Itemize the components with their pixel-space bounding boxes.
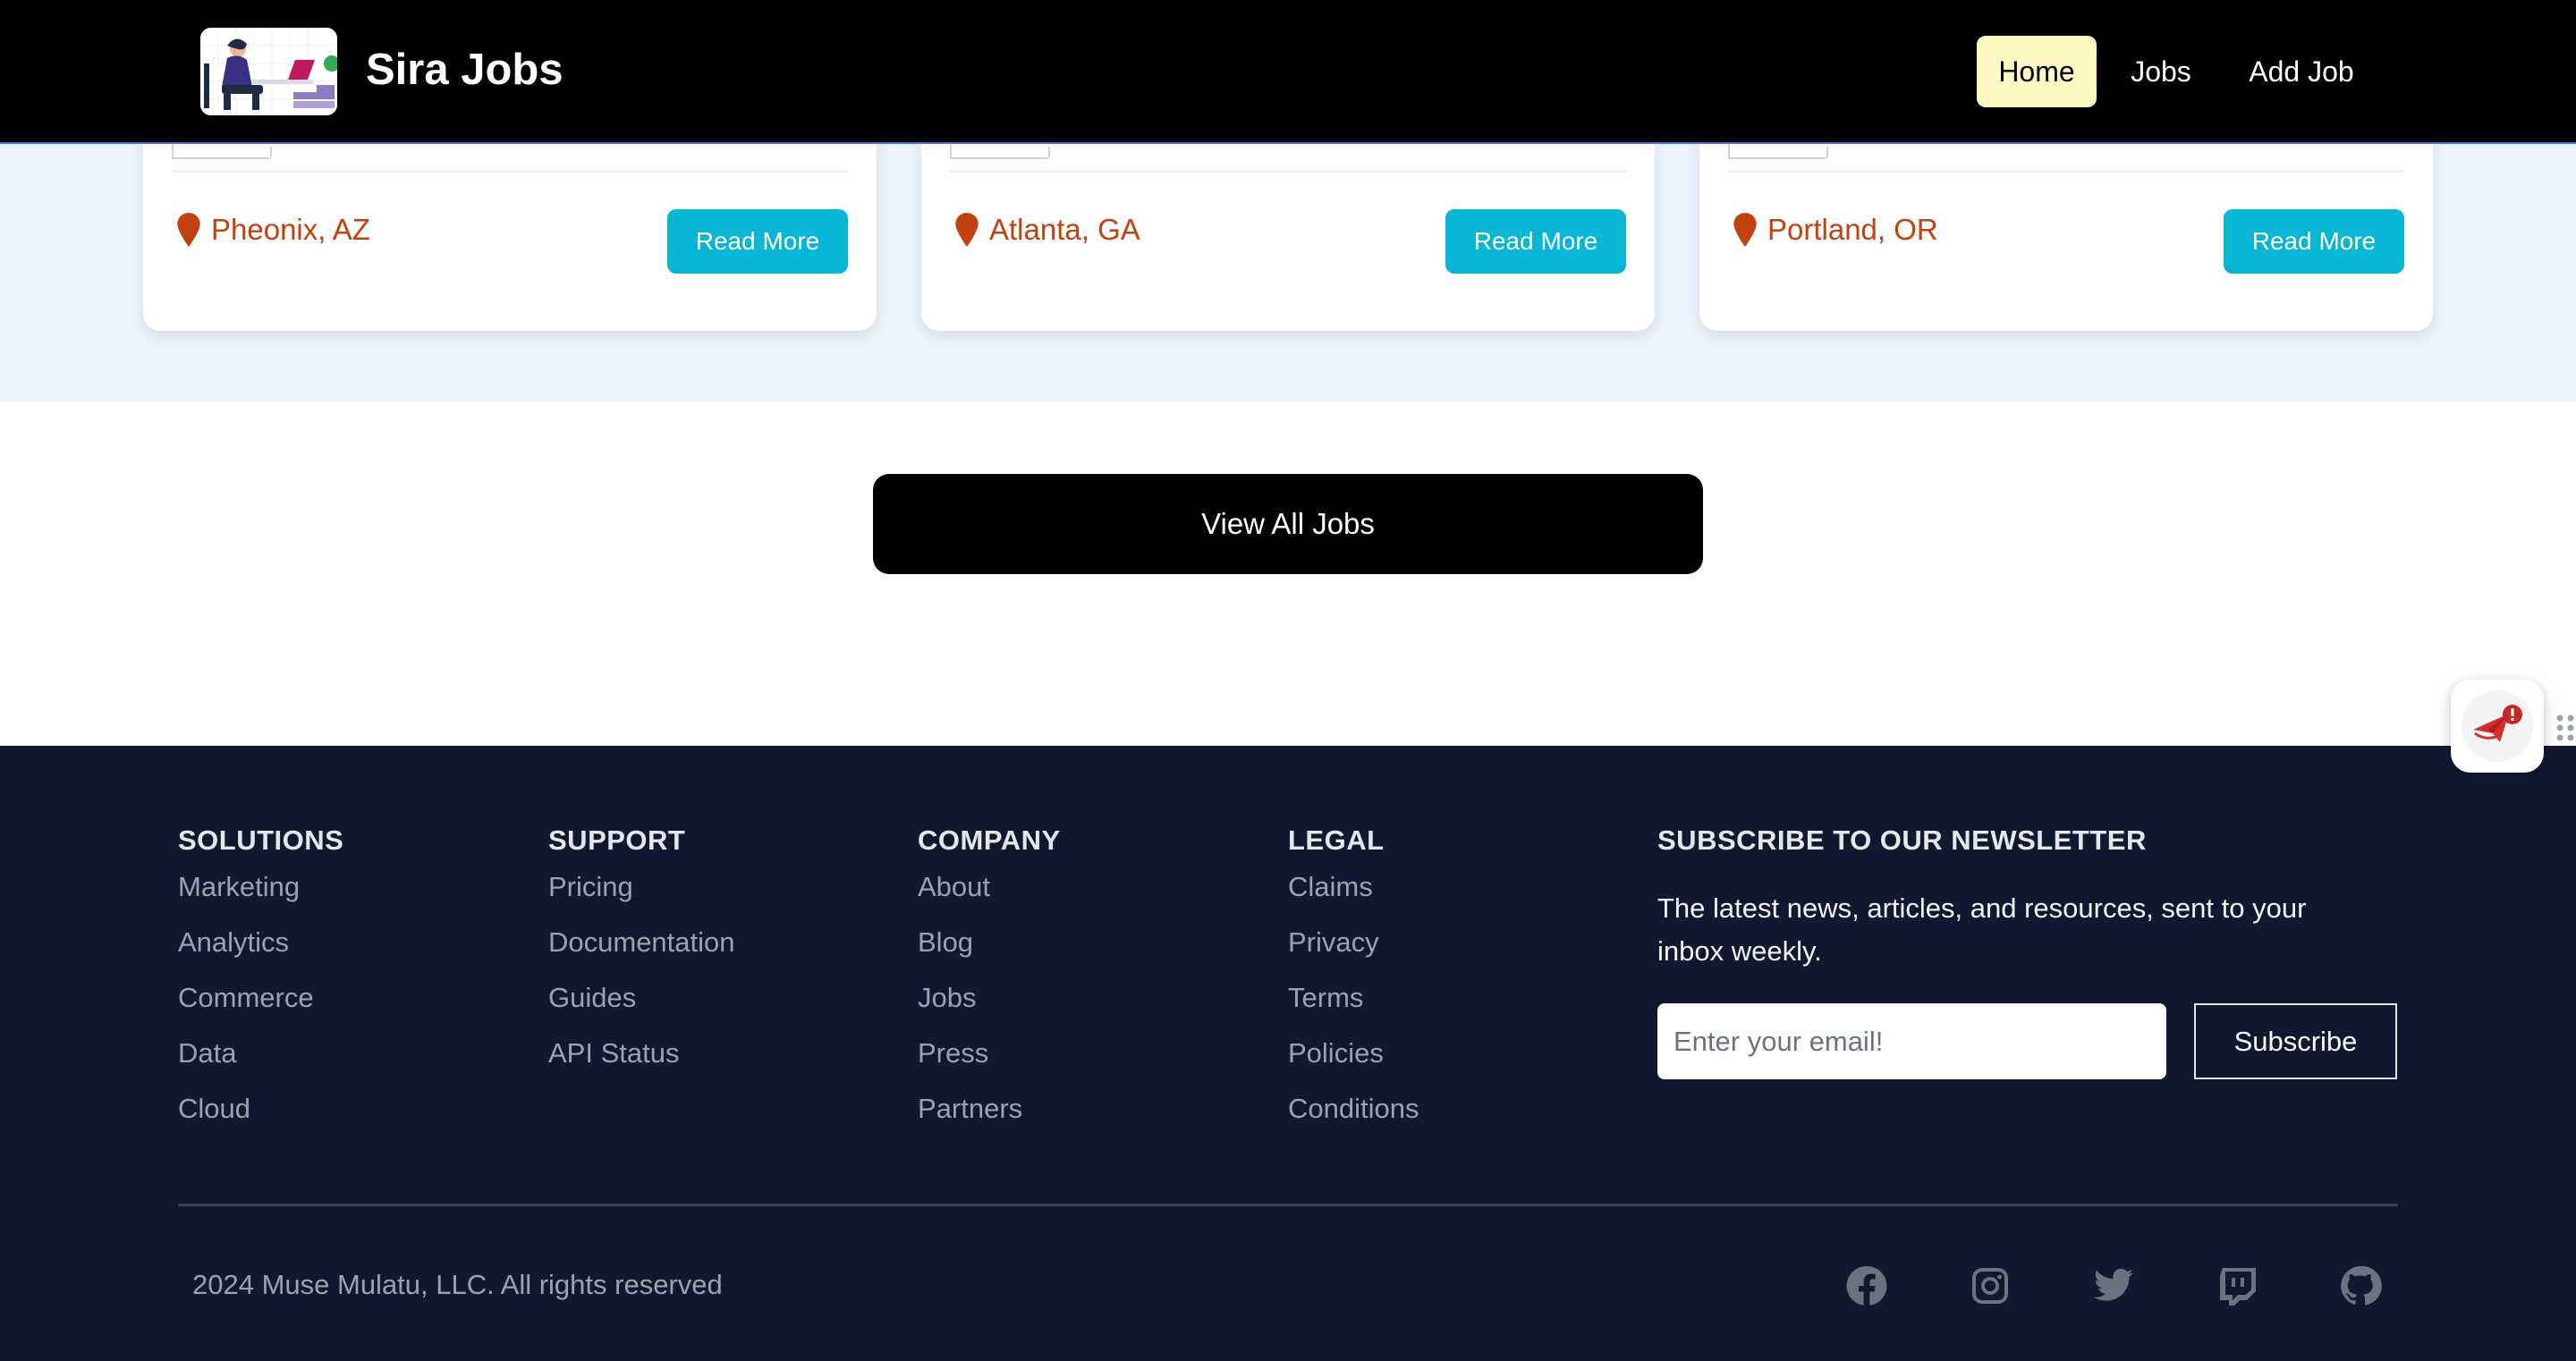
feedback-widget[interactable] [2451, 680, 2544, 773]
location-pin-icon [1733, 213, 1757, 247]
brand-logo[interactable] [200, 28, 337, 115]
subscribe-button[interactable]: Subscribe [2194, 1003, 2397, 1079]
read-more-button[interactable]: Read More [667, 209, 848, 274]
footer-link[interactable]: Press [918, 1025, 1061, 1082]
instagram-icon[interactable] [1969, 1264, 2012, 1307]
footer-link[interactable]: Pricing [548, 858, 735, 916]
card-divider [1728, 170, 2404, 173]
footer-link[interactable]: Guides [548, 969, 735, 1027]
footer-link[interactable]: Policies [1288, 1025, 1419, 1082]
footer-link[interactable]: About [918, 858, 1061, 916]
footer-link[interactable]: Analytics [178, 914, 343, 971]
footer-link[interactable]: Commerce [178, 969, 343, 1027]
job-location: Pheonix, AZ [177, 213, 370, 247]
copyright-text: 2024 Muse Mulatu, LLC. All rights reserv… [192, 1269, 723, 1300]
footer-link[interactable]: Marketing [178, 858, 343, 916]
footer-divider [178, 1204, 2398, 1206]
nav-jobs[interactable]: Jobs [2120, 36, 2202, 107]
brand-name[interactable]: Sira Jobs [366, 45, 564, 95]
job-location: Portland, OR [1733, 213, 1938, 247]
location-pin-icon [955, 213, 979, 247]
footer-column-title: LEGAL [1288, 824, 1385, 856]
job-location-text: Atlanta, GA [989, 213, 1140, 246]
site-header: Sira Jobs Home Jobs Add Job [0, 0, 2576, 144]
footer-link[interactable]: Conditions [1288, 1080, 1419, 1137]
footer-link[interactable]: Privacy [1288, 914, 1419, 971]
facebook-icon[interactable] [1845, 1264, 1888, 1307]
twitch-icon[interactable] [2216, 1264, 2258, 1307]
footer-link[interactable]: Blog [918, 914, 1061, 971]
read-more-button[interactable]: Read More [2224, 209, 2404, 274]
view-all-jobs-button[interactable]: View All Jobs [873, 474, 1703, 574]
card-divider [172, 170, 848, 173]
location-pin-icon [177, 213, 200, 247]
newsletter-description: The latest news, articles, and resources… [1657, 892, 2307, 967]
read-more-button[interactable]: Read More [1445, 209, 1626, 274]
footer-link[interactable]: Terms [1288, 969, 1419, 1027]
footer-link[interactable]: API Status [548, 1025, 735, 1082]
footer-link[interactable]: Data [178, 1025, 343, 1082]
footer-column-support: SUPPORT Pricing Documentation Guides API… [548, 824, 735, 1082]
footer-column-solutions: SOLUTIONS Marketing Analytics Commerce D… [178, 824, 343, 1137]
footer-column-legal: LEGAL Claims Privacy Terms Policies Cond… [1288, 824, 1419, 1137]
nav-add-job[interactable]: Add Job [2236, 36, 2367, 107]
footer-link[interactable]: Cloud [178, 1080, 343, 1137]
job-location-text: Pheonix, AZ [211, 213, 370, 246]
footer-column-title: COMPANY [918, 824, 1061, 856]
github-icon[interactable] [2339, 1264, 2382, 1307]
drag-handle-icon[interactable] [2555, 713, 2576, 743]
footer-link[interactable]: Partners [918, 1080, 1061, 1137]
footer-link[interactable]: Claims [1288, 858, 1419, 916]
paper-plane-alert-icon [2473, 705, 2522, 742]
job-location-text: Portland, OR [1767, 213, 1938, 246]
newsletter-section: SUBSCRIBE TO OUR NEWSLETTER The latest n… [1657, 824, 2427, 973]
newsletter-title: SUBSCRIBE TO OUR NEWSLETTER [1657, 824, 2147, 856]
feedback-widget-inner [2462, 690, 2533, 762]
footer-column-company: COMPANY About Blog Jobs Press Partners [918, 824, 1061, 1137]
card-divider [950, 170, 1626, 173]
email-input[interactable] [1657, 1003, 2166, 1079]
footer-column-title: SOLUTIONS [178, 824, 344, 856]
footer-link[interactable]: Documentation [548, 914, 735, 971]
person-at-laptop-illustration [200, 28, 337, 115]
footer-column-title: SUPPORT [548, 824, 686, 856]
nav-home[interactable]: Home [1977, 36, 2097, 107]
job-location: Atlanta, GA [955, 213, 1140, 247]
footer-link[interactable]: Jobs [918, 969, 1061, 1027]
twitter-icon[interactable] [2092, 1264, 2135, 1307]
